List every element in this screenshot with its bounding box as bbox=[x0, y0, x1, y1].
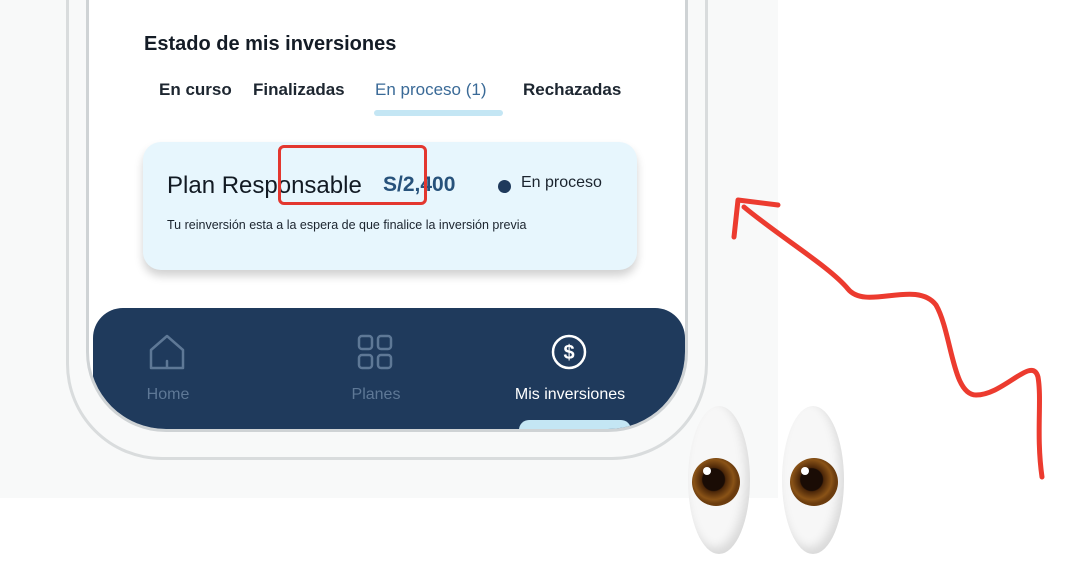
tab-highlight-box bbox=[278, 145, 427, 205]
curved-arrow-annotation bbox=[731, 197, 1045, 480]
tab-en-proceso[interactable]: En proceso (1) bbox=[375, 80, 487, 100]
nav-item-planes[interactable]: Planes bbox=[296, 308, 456, 428]
plan-description: Tu reinversión esta a la espera de que f… bbox=[167, 218, 527, 232]
dollar-circle-icon: $ bbox=[551, 334, 587, 370]
eye-emoji-left bbox=[688, 406, 750, 554]
bottom-navbar: Home Planes $ Mis inversiones bbox=[93, 308, 685, 429]
tab-finalizadas[interactable]: Finalizadas bbox=[253, 80, 345, 100]
home-icon bbox=[149, 334, 185, 370]
svg-text:$: $ bbox=[563, 342, 574, 364]
active-tab-indicator bbox=[374, 110, 503, 116]
nav-label-planes: Planes bbox=[351, 386, 401, 403]
section-title: Estado de mis inversiones bbox=[144, 33, 397, 55]
pupil-right bbox=[790, 458, 838, 506]
plan-status: En proceso bbox=[521, 174, 602, 191]
nav-label-mis-inversiones: Mis inversiones bbox=[514, 386, 626, 403]
nav-item-home[interactable]: Home bbox=[89, 308, 248, 428]
pupil-left bbox=[692, 458, 740, 506]
nav-item-mis-inversiones[interactable]: $ Mis inversiones bbox=[490, 308, 650, 428]
nav-label-home: Home bbox=[146, 386, 190, 403]
grid-icon bbox=[357, 334, 393, 370]
phone-screen: Estado de mis inversiones En curso Final… bbox=[86, 0, 688, 432]
tab-en-curso[interactable]: En curso bbox=[159, 80, 232, 100]
status-dot-icon bbox=[498, 180, 511, 193]
tab-rechazadas[interactable]: Rechazadas bbox=[523, 80, 621, 100]
eye-emoji-right bbox=[782, 406, 844, 554]
active-nav-indicator bbox=[519, 420, 631, 429]
